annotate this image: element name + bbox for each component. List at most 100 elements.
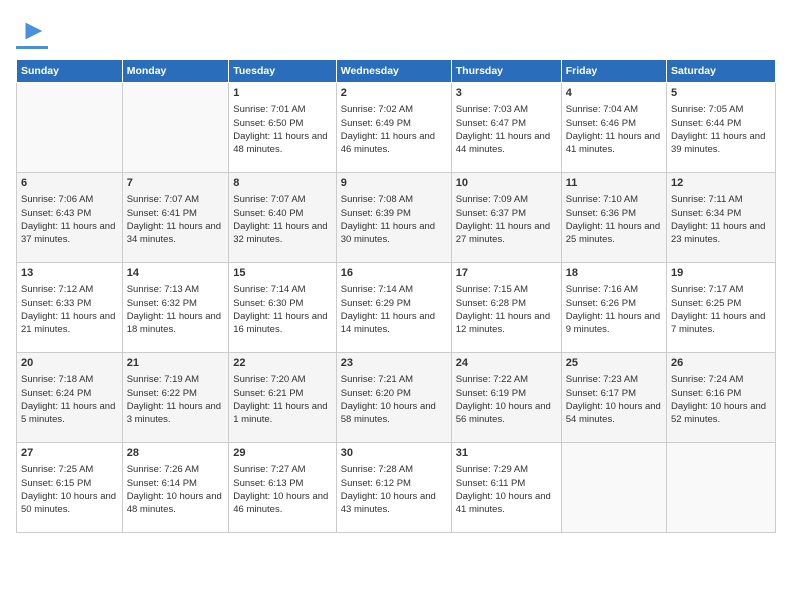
calendar-week-row: 13 Sunrise: 7:12 AM Sunset: 6:33 PM Dayli… xyxy=(17,263,776,353)
calendar-cell xyxy=(122,83,229,173)
day-info: Sunrise: 7:11 AM Sunset: 6:34 PM Dayligh… xyxy=(671,193,771,246)
day-number: 17 xyxy=(456,266,557,281)
calendar-cell: 30Sunrise: 7:28 AM Sunset: 6:12 PM Dayli… xyxy=(336,443,451,533)
calendar-cell: 5 Sunrise: 7:05 AM Sunset: 6:44 PM Daylig… xyxy=(667,83,776,173)
calendar-body: 1 Sunrise: 7:01 AM Sunset: 6:50 PM Daylig… xyxy=(17,83,776,533)
day-number: 26 xyxy=(671,356,771,371)
day-info: Sunrise: 7:13 AM Sunset: 6:32 PM Dayligh… xyxy=(127,283,225,336)
calendar-week-row: 6 Sunrise: 7:06 AM Sunset: 6:43 PM Daylig… xyxy=(17,173,776,263)
calendar-cell: 19Sunrise: 7:17 AM Sunset: 6:25 PM Dayli… xyxy=(667,263,776,353)
calendar-cell: 8 Sunrise: 7:07 AM Sunset: 6:40 PM Daylig… xyxy=(229,173,337,263)
day-info: Sunrise: 7:27 AM Sunset: 6:13 PM Dayligh… xyxy=(233,463,332,516)
calendar-cell: 12 Sunrise: 7:11 AM Sunset: 6:34 PM Dayli… xyxy=(667,173,776,263)
day-number: 29 xyxy=(233,446,332,461)
day-number: 9 xyxy=(341,176,447,191)
day-info: Sunrise: 7:18 AM Sunset: 6:24 PM Dayligh… xyxy=(21,373,118,426)
calendar-cell: 26 Sunrise: 7:24 AM Sunset: 6:16 PM Dayli… xyxy=(667,353,776,443)
page-header: ► xyxy=(16,16,776,49)
day-info: Sunrise: 7:12 AM Sunset: 6:33 PM Dayligh… xyxy=(21,283,118,336)
calendar-cell: 29 Sunrise: 7:27 AM Sunset: 6:13 PM Dayli… xyxy=(229,443,337,533)
day-number: 11 xyxy=(566,176,662,191)
day-number: 1 xyxy=(233,86,332,101)
day-info: Sunrise: 7:07 AM Sunset: 6:41 PM Dayligh… xyxy=(127,193,225,246)
calendar-cell: 15 Sunrise: 7:14 AM Sunset: 6:30 PM Dayli… xyxy=(229,263,337,353)
day-info: Sunrise: 7:16 AM Sunset: 6:26 PM Dayligh… xyxy=(566,283,662,336)
day-number: 2 xyxy=(341,86,447,101)
day-number: 22 xyxy=(233,356,332,371)
day-info: Sunrise: 7:02 AM Sunset: 6:49 PM Dayligh… xyxy=(341,103,447,156)
day-number: 15 xyxy=(233,266,332,281)
calendar-cell: 6 Sunrise: 7:06 AM Sunset: 6:43 PM Daylig… xyxy=(17,173,123,263)
day-info: Sunrise: 7:29 AM Sunset: 6:11 PM Dayligh… xyxy=(456,463,557,516)
day-number: 3 xyxy=(456,86,557,101)
day-number: 31 xyxy=(456,446,557,461)
day-info: Sunrise: 7:22 AM Sunset: 6:19 PM Dayligh… xyxy=(456,373,557,426)
day-info: Sunrise: 7:09 AM Sunset: 6:37 PM Dayligh… xyxy=(456,193,557,246)
calendar-cell: 22 Sunrise: 7:20 AM Sunset: 6:21 PM Dayli… xyxy=(229,353,337,443)
calendar-cell: 20 Sunrise: 7:18 AM Sunset: 6:24 PM Dayli… xyxy=(17,353,123,443)
calendar-table: SundayMondayTuesdayWednesdayThursdayFrid… xyxy=(16,59,776,533)
calendar-cell: 1 Sunrise: 7:01 AM Sunset: 6:50 PM Daylig… xyxy=(229,83,337,173)
logo: ► xyxy=(16,16,48,49)
day-of-week-header: Sunday xyxy=(17,60,123,83)
calendar-cell: 17Sunrise: 7:15 AM Sunset: 6:28 PM Dayli… xyxy=(451,263,561,353)
calendar-cell: 24 Sunrise: 7:22 AM Sunset: 6:19 PM Dayli… xyxy=(451,353,561,443)
logo-bird-icon: ► xyxy=(20,16,48,44)
day-info: Sunrise: 7:19 AM Sunset: 6:22 PM Dayligh… xyxy=(127,373,225,426)
calendar-cell: 16Sunrise: 7:14 AM Sunset: 6:29 PM Dayli… xyxy=(336,263,451,353)
calendar-cell: 11 Sunrise: 7:10 AM Sunset: 6:36 PM Dayli… xyxy=(561,173,666,263)
day-number: 12 xyxy=(671,176,771,191)
day-info: Sunrise: 7:14 AM Sunset: 6:30 PM Dayligh… xyxy=(233,283,332,336)
calendar-cell: 4 Sunrise: 7:04 AM Sunset: 6:46 PM Daylig… xyxy=(561,83,666,173)
day-number: 13 xyxy=(21,266,118,281)
day-info: Sunrise: 7:04 AM Sunset: 6:46 PM Dayligh… xyxy=(566,103,662,156)
day-number: 4 xyxy=(566,86,662,101)
calendar-cell: 9Sunrise: 7:08 AM Sunset: 6:39 PM Daylig… xyxy=(336,173,451,263)
day-info: Sunrise: 7:20 AM Sunset: 6:21 PM Dayligh… xyxy=(233,373,332,426)
calendar-week-row: 1 Sunrise: 7:01 AM Sunset: 6:50 PM Daylig… xyxy=(17,83,776,173)
calendar-header: SundayMondayTuesdayWednesdayThursdayFrid… xyxy=(17,60,776,83)
day-info: Sunrise: 7:07 AM Sunset: 6:40 PM Dayligh… xyxy=(233,193,332,246)
day-number: 20 xyxy=(21,356,118,371)
day-info: Sunrise: 7:06 AM Sunset: 6:43 PM Dayligh… xyxy=(21,193,118,246)
day-info: Sunrise: 7:23 AM Sunset: 6:17 PM Dayligh… xyxy=(566,373,662,426)
calendar-cell xyxy=(667,443,776,533)
calendar-cell: 27 Sunrise: 7:25 AM Sunset: 6:15 PM Dayli… xyxy=(17,443,123,533)
day-number: 16 xyxy=(341,266,447,281)
day-number: 27 xyxy=(21,446,118,461)
day-info: Sunrise: 7:03 AM Sunset: 6:47 PM Dayligh… xyxy=(456,103,557,156)
day-info: Sunrise: 7:01 AM Sunset: 6:50 PM Dayligh… xyxy=(233,103,332,156)
day-number: 14 xyxy=(127,266,225,281)
day-number: 8 xyxy=(233,176,332,191)
calendar-cell: 14 Sunrise: 7:13 AM Sunset: 6:32 PM Dayli… xyxy=(122,263,229,353)
day-info: Sunrise: 7:25 AM Sunset: 6:15 PM Dayligh… xyxy=(21,463,118,516)
calendar-cell: 3 Sunrise: 7:03 AM Sunset: 6:47 PM Daylig… xyxy=(451,83,561,173)
calendar-cell xyxy=(17,83,123,173)
day-of-week-header: Friday xyxy=(561,60,666,83)
day-number: 30 xyxy=(341,446,447,461)
calendar-cell: 23 Sunrise: 7:21 AM Sunset: 6:20 PM Dayli… xyxy=(336,353,451,443)
day-info: Sunrise: 7:24 AM Sunset: 6:16 PM Dayligh… xyxy=(671,373,771,426)
day-number: 25 xyxy=(566,356,662,371)
day-number: 23 xyxy=(341,356,447,371)
day-number: 5 xyxy=(671,86,771,101)
day-number: 6 xyxy=(21,176,118,191)
header-row: SundayMondayTuesdayWednesdayThursdayFrid… xyxy=(17,60,776,83)
calendar-week-row: 27 Sunrise: 7:25 AM Sunset: 6:15 PM Dayli… xyxy=(17,443,776,533)
day-number: 10 xyxy=(456,176,557,191)
day-info: Sunrise: 7:17 AM Sunset: 6:25 PM Dayligh… xyxy=(671,283,771,336)
day-of-week-header: Monday xyxy=(122,60,229,83)
day-number: 18 xyxy=(566,266,662,281)
day-info: Sunrise: 7:21 AM Sunset: 6:20 PM Dayligh… xyxy=(341,373,447,426)
calendar-cell: 10 Sunrise: 7:09 AM Sunset: 6:37 PM Dayli… xyxy=(451,173,561,263)
day-info: Sunrise: 7:05 AM Sunset: 6:44 PM Dayligh… xyxy=(671,103,771,156)
day-info: Sunrise: 7:10 AM Sunset: 6:36 PM Dayligh… xyxy=(566,193,662,246)
calendar-cell: 18 Sunrise: 7:16 AM Sunset: 6:26 PM Dayli… xyxy=(561,263,666,353)
day-number: 24 xyxy=(456,356,557,371)
calendar-cell: 31 Sunrise: 7:29 AM Sunset: 6:11 PM Dayli… xyxy=(451,443,561,533)
calendar-cell: 13 Sunrise: 7:12 AM Sunset: 6:33 PM Dayli… xyxy=(17,263,123,353)
calendar-week-row: 20 Sunrise: 7:18 AM Sunset: 6:24 PM Dayli… xyxy=(17,353,776,443)
day-of-week-header: Thursday xyxy=(451,60,561,83)
day-of-week-header: Tuesday xyxy=(229,60,337,83)
calendar-cell: 2 Sunrise: 7:02 AM Sunset: 6:49 PM Daylig… xyxy=(336,83,451,173)
